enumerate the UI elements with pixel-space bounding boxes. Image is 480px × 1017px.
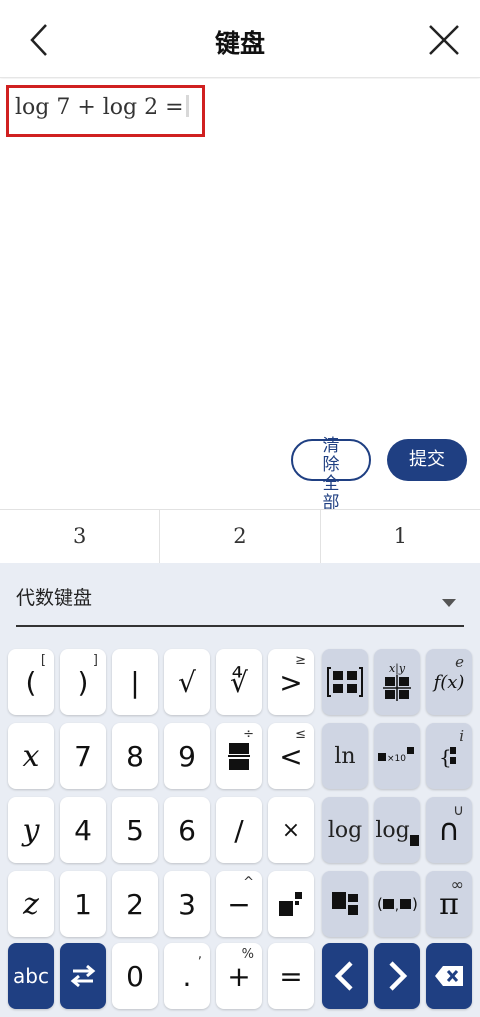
key-x[interactable]: x — [8, 723, 54, 789]
key-brace[interactable]: { i — [426, 723, 472, 789]
answer-suggestions: 3 2 1 — [0, 509, 480, 563]
svg-text:×10: ×10 — [387, 754, 406, 764]
key-z[interactable]: z — [8, 871, 54, 937]
suggestion-item[interactable]: 2 — [160, 510, 321, 563]
swap-arrows-icon — [70, 964, 96, 988]
svg-text:(: ( — [377, 895, 383, 913]
key-less-than[interactable]: < ≤ — [268, 723, 314, 789]
key-function[interactable]: f(x) e — [426, 649, 472, 715]
key-2[interactable]: 2 — [112, 871, 158, 937]
key-9[interactable]: 9 — [164, 723, 210, 789]
key-nth-root[interactable]: ∜ — [216, 649, 262, 715]
matrix-icon — [327, 667, 363, 697]
svg-text:,: , — [395, 899, 399, 913]
expression-text: log 7 + log 2 = — [15, 95, 184, 120]
svg-text:{: { — [439, 745, 452, 769]
key-cursor-right[interactable] — [374, 943, 420, 1009]
clear-all-label: 清除全部 — [322, 436, 340, 513]
key-cursor-left[interactable] — [322, 943, 368, 1009]
text-caret — [185, 95, 189, 117]
arrow-right-icon — [389, 961, 408, 991]
subscript-icon — [332, 892, 358, 915]
key-fraction[interactable]: ÷ — [216, 723, 262, 789]
submit-button[interactable]: 提交 — [387, 439, 467, 481]
page-title: 键盘 — [214, 29, 265, 58]
key-close-paren[interactable]: )] — [60, 649, 106, 715]
key-backspace[interactable] — [426, 943, 472, 1009]
key-switch[interactable] — [60, 943, 106, 1009]
sci-notation-icon: ×10 — [378, 747, 414, 764]
key-greater-than[interactable]: > ≥ — [268, 649, 314, 715]
header-bar: 键盘 — [0, 0, 480, 78]
key-subscript[interactable] — [322, 871, 368, 937]
key-8[interactable]: 8 — [112, 723, 158, 789]
key-multiply[interactable]: × — [268, 797, 314, 863]
key-1[interactable]: 1 — [60, 871, 106, 937]
key-y[interactable]: y — [8, 797, 54, 863]
key-matrix[interactable] — [322, 649, 368, 715]
key-abs[interactable]: | — [112, 649, 158, 715]
suggestion-item[interactable]: 3 — [0, 510, 161, 563]
key-pi[interactable]: π ∞ — [426, 871, 472, 937]
key-pair[interactable]: (,) — [374, 871, 420, 937]
power-icon — [279, 892, 302, 916]
caret-down-icon — [442, 599, 456, 607]
key-power[interactable] — [268, 871, 314, 937]
key-5[interactable]: 5 — [112, 797, 158, 863]
key-4[interactable]: 4 — [60, 797, 106, 863]
key-log-base[interactable]: log — [374, 797, 420, 863]
key-equals[interactable]: = — [268, 943, 314, 1009]
math-keyboard: 代数键盘 ([ )] | √ ∜ > ≥ x|y f(x) e x 7 8 9 ÷ … — [0, 563, 480, 1017]
key-intersection[interactable]: ∩ ∪ — [426, 797, 472, 863]
key-minus[interactable]: − ^ — [216, 871, 262, 937]
backspace-icon — [435, 966, 463, 986]
keyboard-type-label: 代数键盘 — [16, 587, 93, 609]
expression-input[interactable]: log 7 + log 2 = — [6, 85, 205, 137]
log-base-icon — [409, 835, 419, 846]
key-log[interactable]: log — [322, 797, 368, 863]
key-sqrt[interactable]: √ — [164, 649, 210, 715]
key-0[interactable]: 0 — [112, 943, 158, 1009]
key-7[interactable]: 7 — [60, 723, 106, 789]
key-abc[interactable]: abc — [8, 943, 54, 1009]
key-sci-notation[interactable]: ×10 — [374, 723, 420, 789]
pair-icon: (,) — [377, 895, 417, 913]
key-ln[interactable]: ln — [322, 723, 368, 789]
close-icon[interactable] — [426, 22, 462, 58]
suggestion-item[interactable]: 1 — [321, 510, 480, 563]
fraction-bar-icon — [228, 743, 250, 770]
fraction-icon — [383, 675, 411, 701]
brace-icon: { — [439, 745, 456, 769]
key-open-paren[interactable]: ([ — [8, 649, 54, 715]
math-editor: log 7 + log 2 = 清除全部 提交 — [0, 79, 480, 513]
key-plus[interactable]: +% — [216, 943, 262, 1009]
key-6[interactable]: 6 — [164, 797, 210, 863]
arrow-left-icon — [334, 961, 353, 991]
key-3[interactable]: 3 — [164, 871, 210, 937]
key-decimal[interactable]: ., — [164, 943, 210, 1009]
clear-all-button[interactable]: 清除全部 — [291, 437, 371, 513]
keyboard-type-select[interactable]: 代数键盘 — [16, 581, 464, 627]
key-divide-slash[interactable]: / — [216, 797, 262, 863]
key-fraction-xy[interactable]: x|y — [374, 649, 420, 715]
svg-text:): ) — [412, 895, 417, 913]
